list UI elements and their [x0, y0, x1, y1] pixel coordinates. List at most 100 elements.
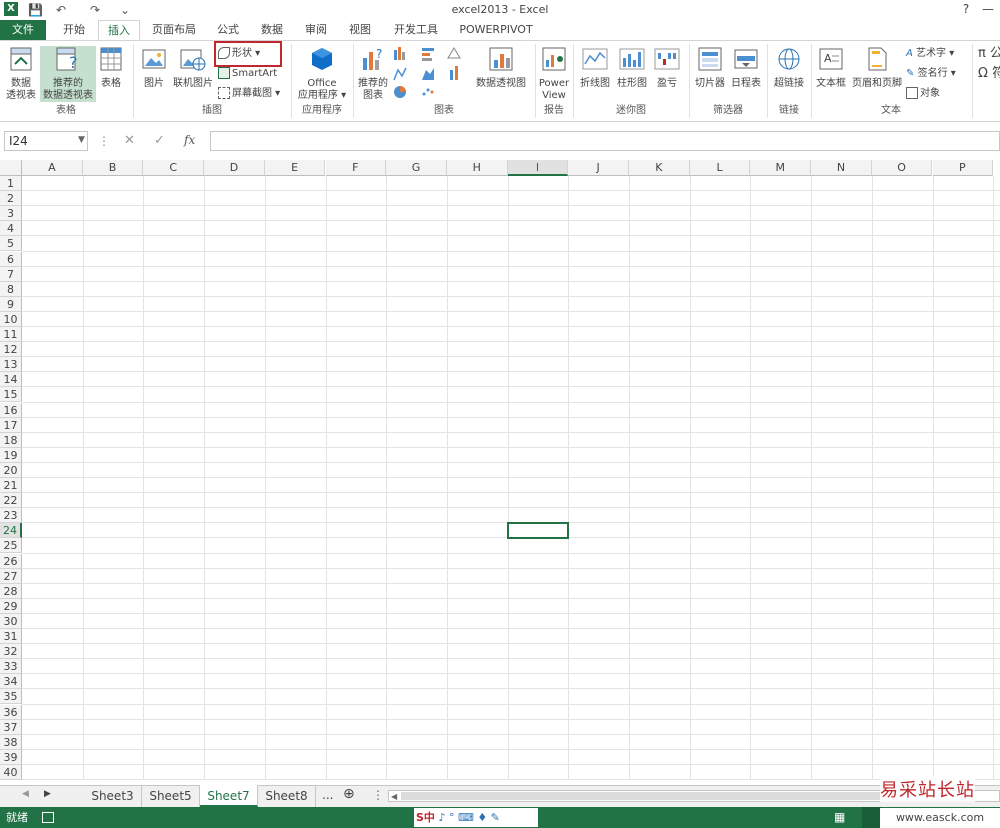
column-header[interactable]: L — [689, 160, 751, 176]
row-header[interactable]: 4 — [0, 221, 22, 237]
row-header[interactable]: 33 — [0, 659, 22, 675]
row-header[interactable]: 12 — [0, 342, 22, 358]
help-button[interactable]: ? — [958, 1, 974, 17]
row-header[interactable]: 21 — [0, 478, 22, 493]
worksheet-grid[interactable]: ABCDEFGHIJKLMNOP 1 2 3 4 5 6 7 8 9 10 11 12 13 14 15 16… — [0, 160, 1000, 785]
row-header[interactable]: 5 — [0, 236, 22, 252]
name-box[interactable]: I24 — [4, 131, 88, 151]
row-header[interactable]: 40 — [0, 764, 22, 780]
picture-button[interactable]: 图片 — [138, 46, 170, 90]
shapes-button[interactable]: 形状 ▾ — [218, 46, 260, 62]
row-header[interactable]: 34 — [0, 674, 22, 690]
sheet-tab[interactable]: Sheet8 — [258, 785, 316, 807]
textbox-button[interactable]: A 文本框 — [813, 46, 849, 90]
column-header[interactable]: M — [750, 160, 812, 176]
new-sheet-button[interactable]: ⊕ — [343, 786, 355, 802]
column-header[interactable]: C — [143, 160, 205, 176]
header-footer-button[interactable]: 页眉和页脚 — [850, 46, 904, 90]
row-header[interactable]: 25 — [0, 538, 22, 554]
sparkline-line-button[interactable]: 折线图 — [578, 46, 612, 90]
column-header[interactable]: J — [568, 160, 629, 176]
column-header[interactable]: E — [264, 160, 326, 176]
column-header[interactable]: N — [811, 160, 872, 176]
tab-file[interactable]: 文件 — [0, 20, 46, 40]
macro-record-icon[interactable] — [42, 812, 54, 823]
smartart-button[interactable]: SmartArt — [218, 66, 277, 82]
row-header[interactable]: 39 — [0, 749, 22, 765]
row-header[interactable]: 26 — [0, 553, 22, 569]
row-header[interactable]: 1 — [0, 176, 22, 191]
column-header[interactable]: I — [507, 160, 569, 176]
row-header[interactable]: 31 — [0, 629, 22, 644]
stock-chart-icon[interactable] — [450, 66, 458, 80]
hyperlink-button[interactable]: 超链接 — [770, 46, 808, 90]
scatter-chart-icon[interactable] — [422, 88, 434, 96]
tab-home[interactable]: 开始 — [56, 20, 92, 40]
bar-chart-icon[interactable] — [422, 48, 434, 61]
ime-toolbar[interactable]: S中 ♪ ° ⌨ ♦ ✎ — [414, 808, 538, 827]
row-header[interactable]: 24 — [0, 523, 22, 539]
object-button[interactable]: 对象 — [906, 86, 940, 102]
row-header[interactable]: 9 — [0, 296, 22, 312]
row-header[interactable]: 36 — [0, 704, 22, 720]
column-header[interactable]: F — [325, 160, 387, 176]
row-header[interactable]: 17 — [0, 417, 22, 433]
row-header[interactable]: 27 — [0, 568, 22, 584]
sheet-next-button[interactable]: ▶ — [44, 789, 51, 799]
office-apps-button[interactable]: Office 应用程序 ▾ — [294, 46, 350, 102]
sheet-tab[interactable]: Sheet5 — [142, 785, 200, 807]
row-header[interactable]: 13 — [0, 357, 22, 373]
row-header[interactable]: 7 — [0, 266, 22, 282]
tab-review[interactable]: 审阅 — [298, 20, 334, 40]
recommended-pivot-table-button[interactable]: ? 推荐的 数据透视表 — [40, 46, 96, 102]
row-header[interactable]: 35 — [0, 689, 22, 705]
row-header[interactable]: 30 — [0, 613, 22, 629]
row-header[interactable]: 15 — [0, 387, 22, 403]
signature-line-button[interactable]: ✎ 签名行 ▾ — [906, 66, 956, 82]
recommended-charts-button[interactable]: ? 推荐的 图表 — [356, 46, 390, 102]
power-view-button[interactable]: Power View — [537, 46, 571, 102]
row-header[interactable]: 14 — [0, 372, 22, 388]
row-header[interactable]: 28 — [0, 583, 22, 599]
minimize-button[interactable]: — — [980, 1, 996, 17]
tab-view[interactable]: 视图 — [342, 20, 378, 40]
online-picture-button[interactable]: 联机图片 — [170, 46, 216, 90]
chart-type-gallery[interactable] — [392, 46, 472, 100]
column-chart-icon[interactable] — [394, 47, 405, 60]
symbol-button[interactable]: Ω 符 — [978, 66, 1000, 82]
wordart-button[interactable]: A 艺术字 ▾ — [906, 46, 954, 62]
select-all-corner[interactable] — [0, 160, 22, 176]
row-header[interactable]: 18 — [0, 432, 22, 448]
row-header[interactable]: 38 — [0, 734, 22, 750]
sparkline-column-button[interactable]: 柱形图 — [614, 46, 650, 90]
page-layout-view-icon[interactable] — [862, 807, 882, 828]
slicer-button[interactable]: 切片器 — [692, 46, 728, 90]
scrollbar-thumb[interactable] — [401, 792, 881, 800]
ime-tool-icons[interactable]: ♪ ° ⌨ ♦ ✎ — [438, 811, 499, 824]
name-box-dropdown-icon[interactable]: ▼ — [78, 135, 85, 145]
row-header[interactable]: 29 — [0, 598, 22, 614]
pivot-table-button[interactable]: 数据 透视表 — [2, 46, 40, 102]
sparkline-winloss-button[interactable]: 盈亏 — [652, 46, 682, 90]
more-sheets-button[interactable]: ... — [322, 788, 333, 802]
screenshot-button[interactable]: 屏幕截图 ▾ — [218, 86, 280, 102]
row-header[interactable]: 11 — [0, 327, 22, 342]
column-header[interactable]: B — [82, 160, 144, 176]
row-header[interactable]: 8 — [0, 281, 22, 297]
tab-powerpivot[interactable]: POWERPIVOT — [456, 20, 536, 40]
pivot-chart-button[interactable]: 数据透视图 — [474, 46, 528, 90]
row-header[interactable]: 16 — [0, 402, 22, 418]
table-button[interactable]: 表格 — [96, 46, 126, 90]
row-header[interactable]: 20 — [0, 462, 22, 478]
row-header[interactable]: 32 — [0, 644, 22, 660]
row-header[interactable]: 10 — [0, 311, 22, 327]
row-header[interactable]: 23 — [0, 508, 22, 524]
row-header[interactable]: 3 — [0, 206, 22, 222]
cancel-entry-button[interactable]: ✕ — [124, 133, 135, 148]
timeline-button[interactable]: 日程表 — [728, 46, 764, 90]
sheet-tab[interactable]: Sheet3 — [84, 785, 142, 807]
tab-formulas[interactable]: 公式 — [210, 20, 246, 40]
tab-insert[interactable]: 插入 — [98, 20, 140, 40]
column-header[interactable]: H — [446, 160, 508, 176]
row-header[interactable]: 6 — [0, 251, 22, 267]
